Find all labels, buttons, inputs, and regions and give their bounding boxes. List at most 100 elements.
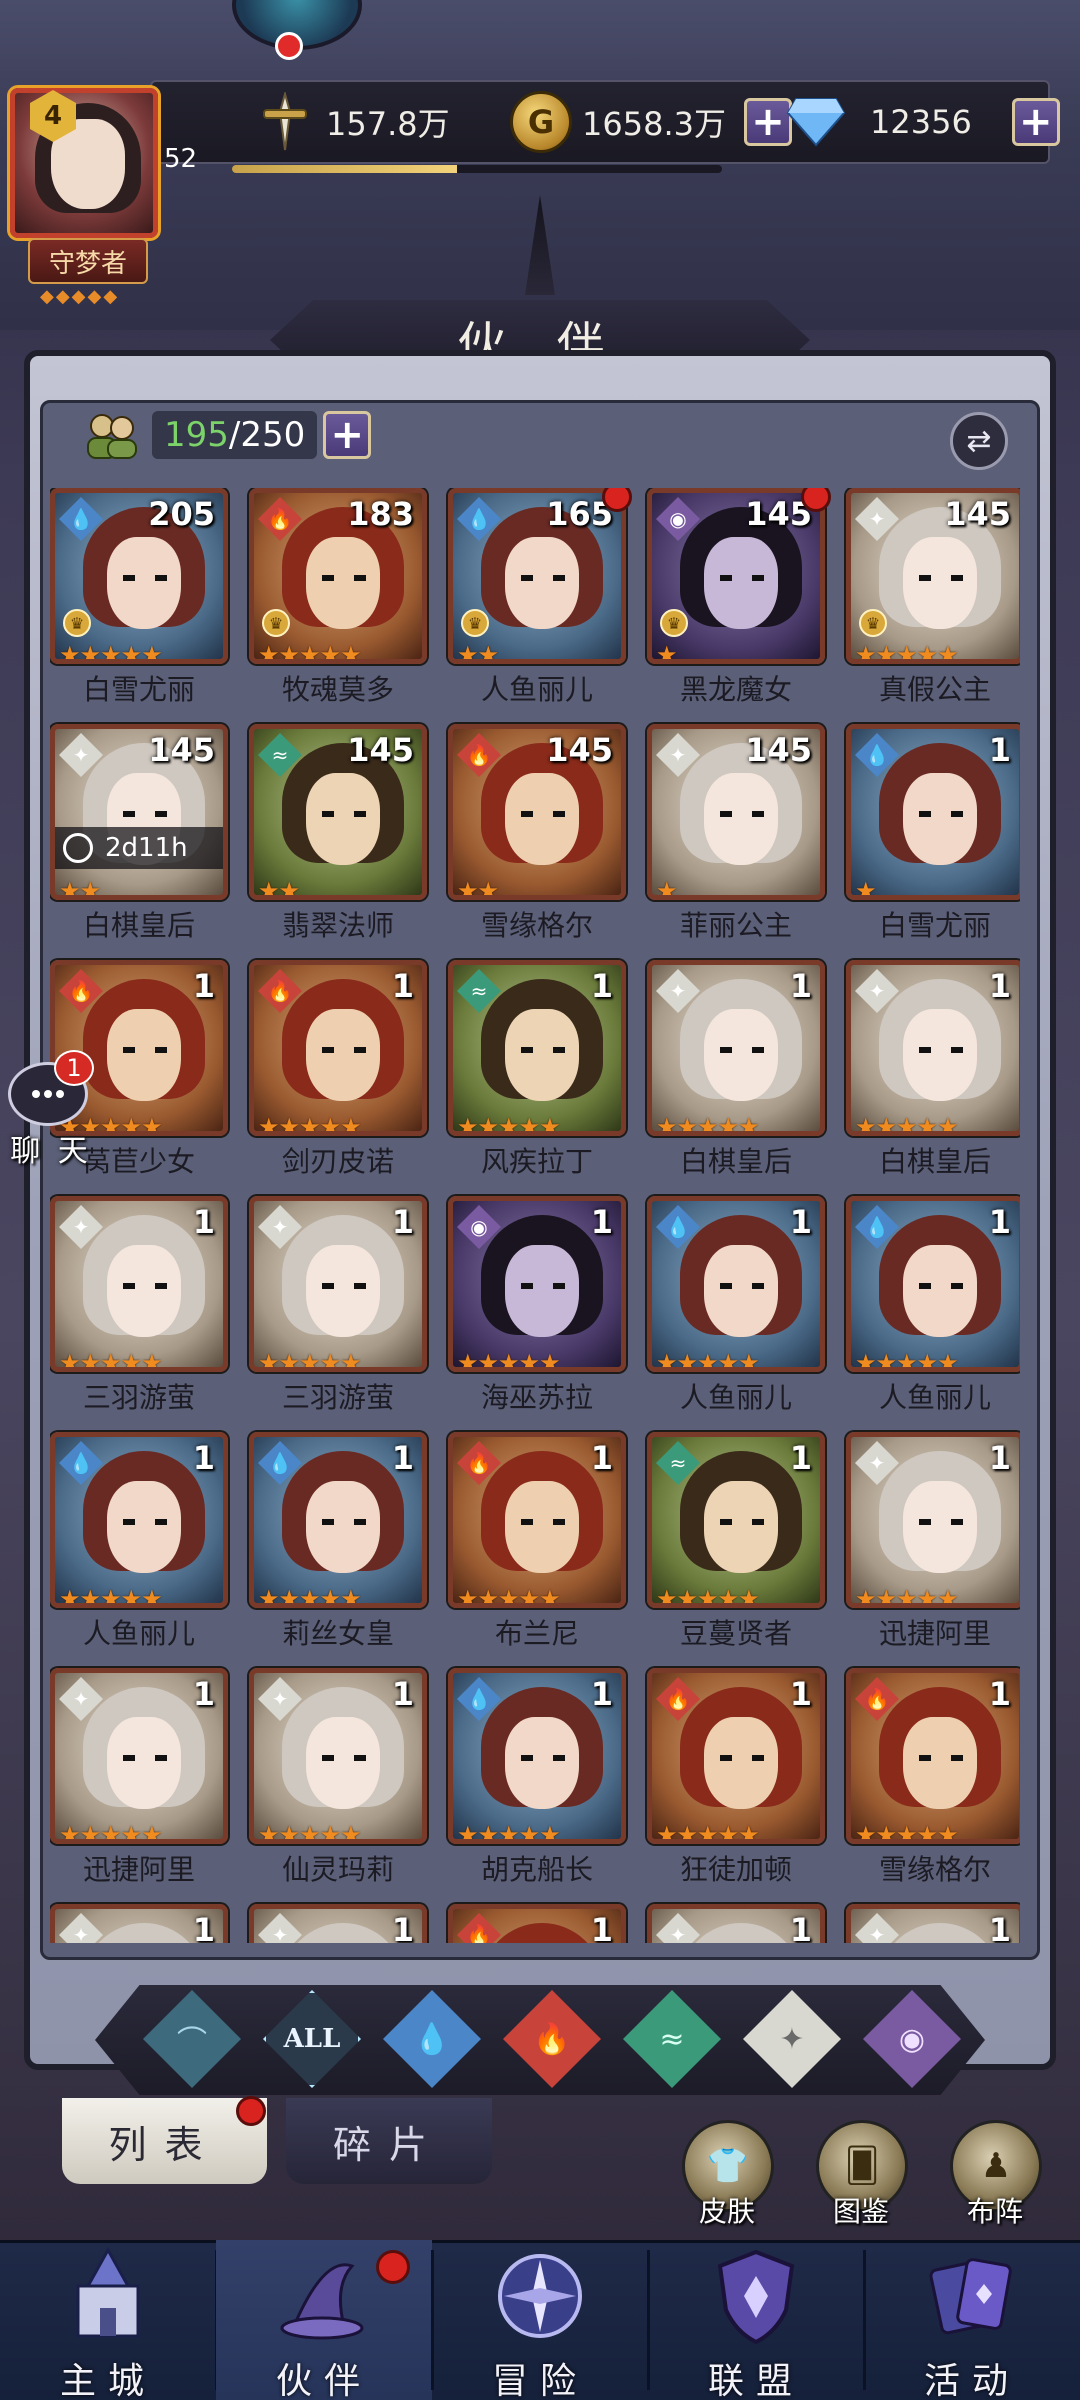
filter-all-label: ALL bbox=[283, 2024, 341, 2054]
hero-name: 白棋皇后 bbox=[878, 1145, 991, 1178]
hero-card[interactable]: 🔥 1 ★★★★★ 狂徒加顿 bbox=[647, 1668, 825, 1898]
hero-eyes bbox=[720, 1755, 764, 1761]
fire-element-icon: 🔥 bbox=[457, 1913, 501, 1943]
hero-eyes bbox=[521, 811, 565, 817]
hero-portrait: 🔥 1 ★★★★★ bbox=[448, 1432, 626, 1608]
hero-card[interactable]: ◉ 145 ♛ ★ 黑龙魔女 bbox=[647, 488, 831, 718]
hero-level: 1 bbox=[590, 967, 613, 1005]
hero-card[interactable]: ✦ 145 2d11h ★★ 白棋皇后 bbox=[50, 724, 228, 954]
hero-card[interactable]: ≈145 ★★ 翡翠法师 bbox=[249, 724, 427, 954]
hero-stars: ★★★★★ bbox=[258, 1113, 362, 1136]
hero-card[interactable]: 🔥 1 ★★★★★ 剑刃皮诺 bbox=[249, 960, 427, 1190]
hero-portrait: 💧 1 ★★★★★ bbox=[846, 1196, 1020, 1372]
hero-card[interactable]: 💧 165 ♛ ★★ 人鱼丽儿 bbox=[448, 488, 632, 718]
hero-name: 真假公主 bbox=[878, 673, 991, 706]
hero-eyes bbox=[919, 1519, 963, 1525]
rank-crown-icon: ♛ bbox=[63, 609, 91, 637]
hero-face bbox=[505, 1717, 579, 1809]
hero-hair bbox=[680, 1923, 802, 1943]
add-gem-button[interactable]: + bbox=[1011, 98, 1060, 146]
hero-name: 三羽游萤 bbox=[281, 1381, 394, 1414]
hero-portrait: ✦ 1 bbox=[846, 1904, 1020, 1943]
hero-eyes bbox=[322, 1519, 366, 1525]
hero-portrait: 💧 1 ★★★★★ bbox=[448, 1668, 626, 1844]
hero-eyes bbox=[123, 575, 167, 581]
hero-name: 白棋皇后 bbox=[82, 909, 195, 942]
hero-card[interactable]: ✦ 1 ★★★★★ 三羽游萤 bbox=[50, 1196, 228, 1426]
hero-level: 1 bbox=[391, 1911, 414, 1943]
skins-button[interactable]: 👕 皮肤 bbox=[672, 2120, 782, 2250]
hero-eyes bbox=[720, 1519, 764, 1525]
hero-card[interactable]: ✦ 1 bbox=[50, 1904, 228, 1943]
nav-alliance[interactable]: 联盟 bbox=[648, 2240, 864, 2400]
nav-partners[interactable]: 伙伴 bbox=[216, 2240, 432, 2400]
codex-label: 图鉴 bbox=[832, 2195, 889, 2228]
rank-crown-icon: ♛ bbox=[461, 609, 489, 637]
hero-hair bbox=[282, 1923, 404, 1943]
hero-card[interactable]: ✦ 1 ★★★★★ 仙灵玛莉 bbox=[249, 1668, 427, 1898]
chat-button[interactable]: 1 聊 天 bbox=[8, 1050, 94, 1169]
codex-button[interactable]: 🂠 图鉴 bbox=[806, 2120, 916, 2250]
hero-card[interactable]: 🔥 1 ★★★★★ 雪缘格尔 bbox=[846, 1668, 1020, 1898]
hero-portrait: ✦ 1 bbox=[647, 1904, 825, 1943]
hero-card[interactable]: ≈1 ★★★★★ 豆蔓贤者 bbox=[647, 1432, 825, 1662]
hero-face bbox=[704, 1481, 778, 1573]
hero-face bbox=[903, 537, 977, 629]
hero-card[interactable]: 💧 1 ★★★★★ 胡克船长 bbox=[448, 1668, 626, 1898]
hero-card[interactable]: 💧 1 ★★★★★ 人鱼丽儿 bbox=[647, 1196, 825, 1426]
hero-eyes bbox=[919, 1283, 963, 1289]
hero-card[interactable]: ✦ 1 ★★★★★ 迅捷阿里 bbox=[846, 1432, 1020, 1662]
hero-name: 雪缘格尔 bbox=[878, 1853, 991, 1886]
hero-eyes bbox=[919, 811, 963, 817]
hero-name: 白雪尤丽 bbox=[878, 909, 991, 942]
hero-portrait: ✦ 1 ★★★★★ bbox=[249, 1668, 427, 1844]
hero-card[interactable]: 🔥 145 ★★ 雪缘格尔 bbox=[448, 724, 626, 954]
hero-level: 1 bbox=[391, 1675, 414, 1713]
hero-card[interactable]: 🔥 1 ★★★★★ 布兰尼 bbox=[448, 1432, 626, 1662]
hero-card[interactable]: ✦ 1 ★★★★★ 迅捷阿里 bbox=[50, 1668, 228, 1898]
hero-card[interactable]: ✦ 1 bbox=[846, 1904, 1020, 1943]
formation-button[interactable]: ♟ 布阵 bbox=[940, 2120, 1050, 2250]
gem-resource: 12356 + bbox=[786, 92, 1060, 152]
hero-stars: ★★★★★ bbox=[59, 1349, 163, 1372]
hero-eyes bbox=[720, 1047, 764, 1053]
hero-eyes bbox=[123, 1283, 167, 1289]
hero-card[interactable]: ✦ 145 ♛ ★★★★★ 真假公主 bbox=[846, 488, 1020, 718]
hero-level: 1 bbox=[590, 1203, 613, 1241]
hero-card[interactable]: ≈1 ★★★★★ 风疾拉丁 bbox=[448, 960, 626, 1190]
hero-card[interactable]: 🔥 1 bbox=[448, 1904, 626, 1943]
hero-level: 205 bbox=[148, 495, 215, 533]
rank-crown-icon: ♛ bbox=[262, 609, 290, 637]
hero-name: 胡克船长 bbox=[480, 1853, 593, 1886]
sort-swap-button[interactable]: ⇄ bbox=[950, 412, 1008, 470]
hero-card[interactable]: 💧 1 ★★★★★ 莉丝女皇 bbox=[249, 1432, 427, 1662]
hero-stars: ★★★★★ bbox=[457, 1821, 561, 1844]
hero-card[interactable]: 🔥 183 ♛ ★★★★★ 牧魂莫多 bbox=[249, 488, 427, 718]
power-value: 157.8万 bbox=[326, 105, 450, 143]
hero-card[interactable]: 💧 205 ♛ ★★★★★ 白雪尤丽 bbox=[50, 488, 228, 718]
hero-card[interactable]: ✦ 1 ★★★★★ 三羽游萤 bbox=[249, 1196, 427, 1426]
hero-card[interactable]: ✦ 1 bbox=[249, 1904, 427, 1943]
hero-card[interactable]: ✦ 145 ★ 菲丽公主 bbox=[647, 724, 825, 954]
people-icon bbox=[80, 410, 144, 460]
hero-card[interactable]: 💧 1 ★★★★★ 人鱼丽儿 bbox=[50, 1432, 228, 1662]
roster-max: 250 bbox=[240, 415, 306, 455]
hero-name: 仙灵玛莉 bbox=[281, 1853, 394, 1886]
hero-card[interactable]: ✦ 1 bbox=[647, 1904, 825, 1943]
hero-card[interactable]: 💧 1 ★★★★★ 人鱼丽儿 bbox=[846, 1196, 1020, 1426]
tab-fragments[interactable]: 碎片 bbox=[286, 2098, 492, 2184]
hero-level: 145 bbox=[745, 731, 812, 769]
hero-stars: ★ bbox=[656, 641, 677, 664]
nav-alliance-label: 联盟 bbox=[707, 2361, 804, 2400]
nav-main-city[interactable]: 主城 bbox=[0, 2240, 216, 2400]
add-gold-button[interactable]: + bbox=[743, 98, 792, 146]
hero-card[interactable]: ◉ 1 ★★★★★ 海巫苏拉 bbox=[448, 1196, 626, 1426]
nav-adventure[interactable]: 冒险 bbox=[432, 2240, 648, 2400]
nav-events[interactable]: 活动 bbox=[864, 2240, 1080, 2400]
hero-card[interactable]: ✦ 1 ★★★★★ 白棋皇后 bbox=[846, 960, 1020, 1190]
player-title[interactable]: 守梦者 bbox=[28, 238, 148, 284]
hero-stars: ★★★★★ bbox=[855, 1821, 959, 1844]
hero-card[interactable]: ✦ 1 ★★★★★ 白棋皇后 bbox=[647, 960, 825, 1190]
hero-card[interactable]: 💧 1 ★ 白雪尤丽 bbox=[846, 724, 1020, 954]
expand-roster-button[interactable]: + bbox=[323, 411, 372, 459]
